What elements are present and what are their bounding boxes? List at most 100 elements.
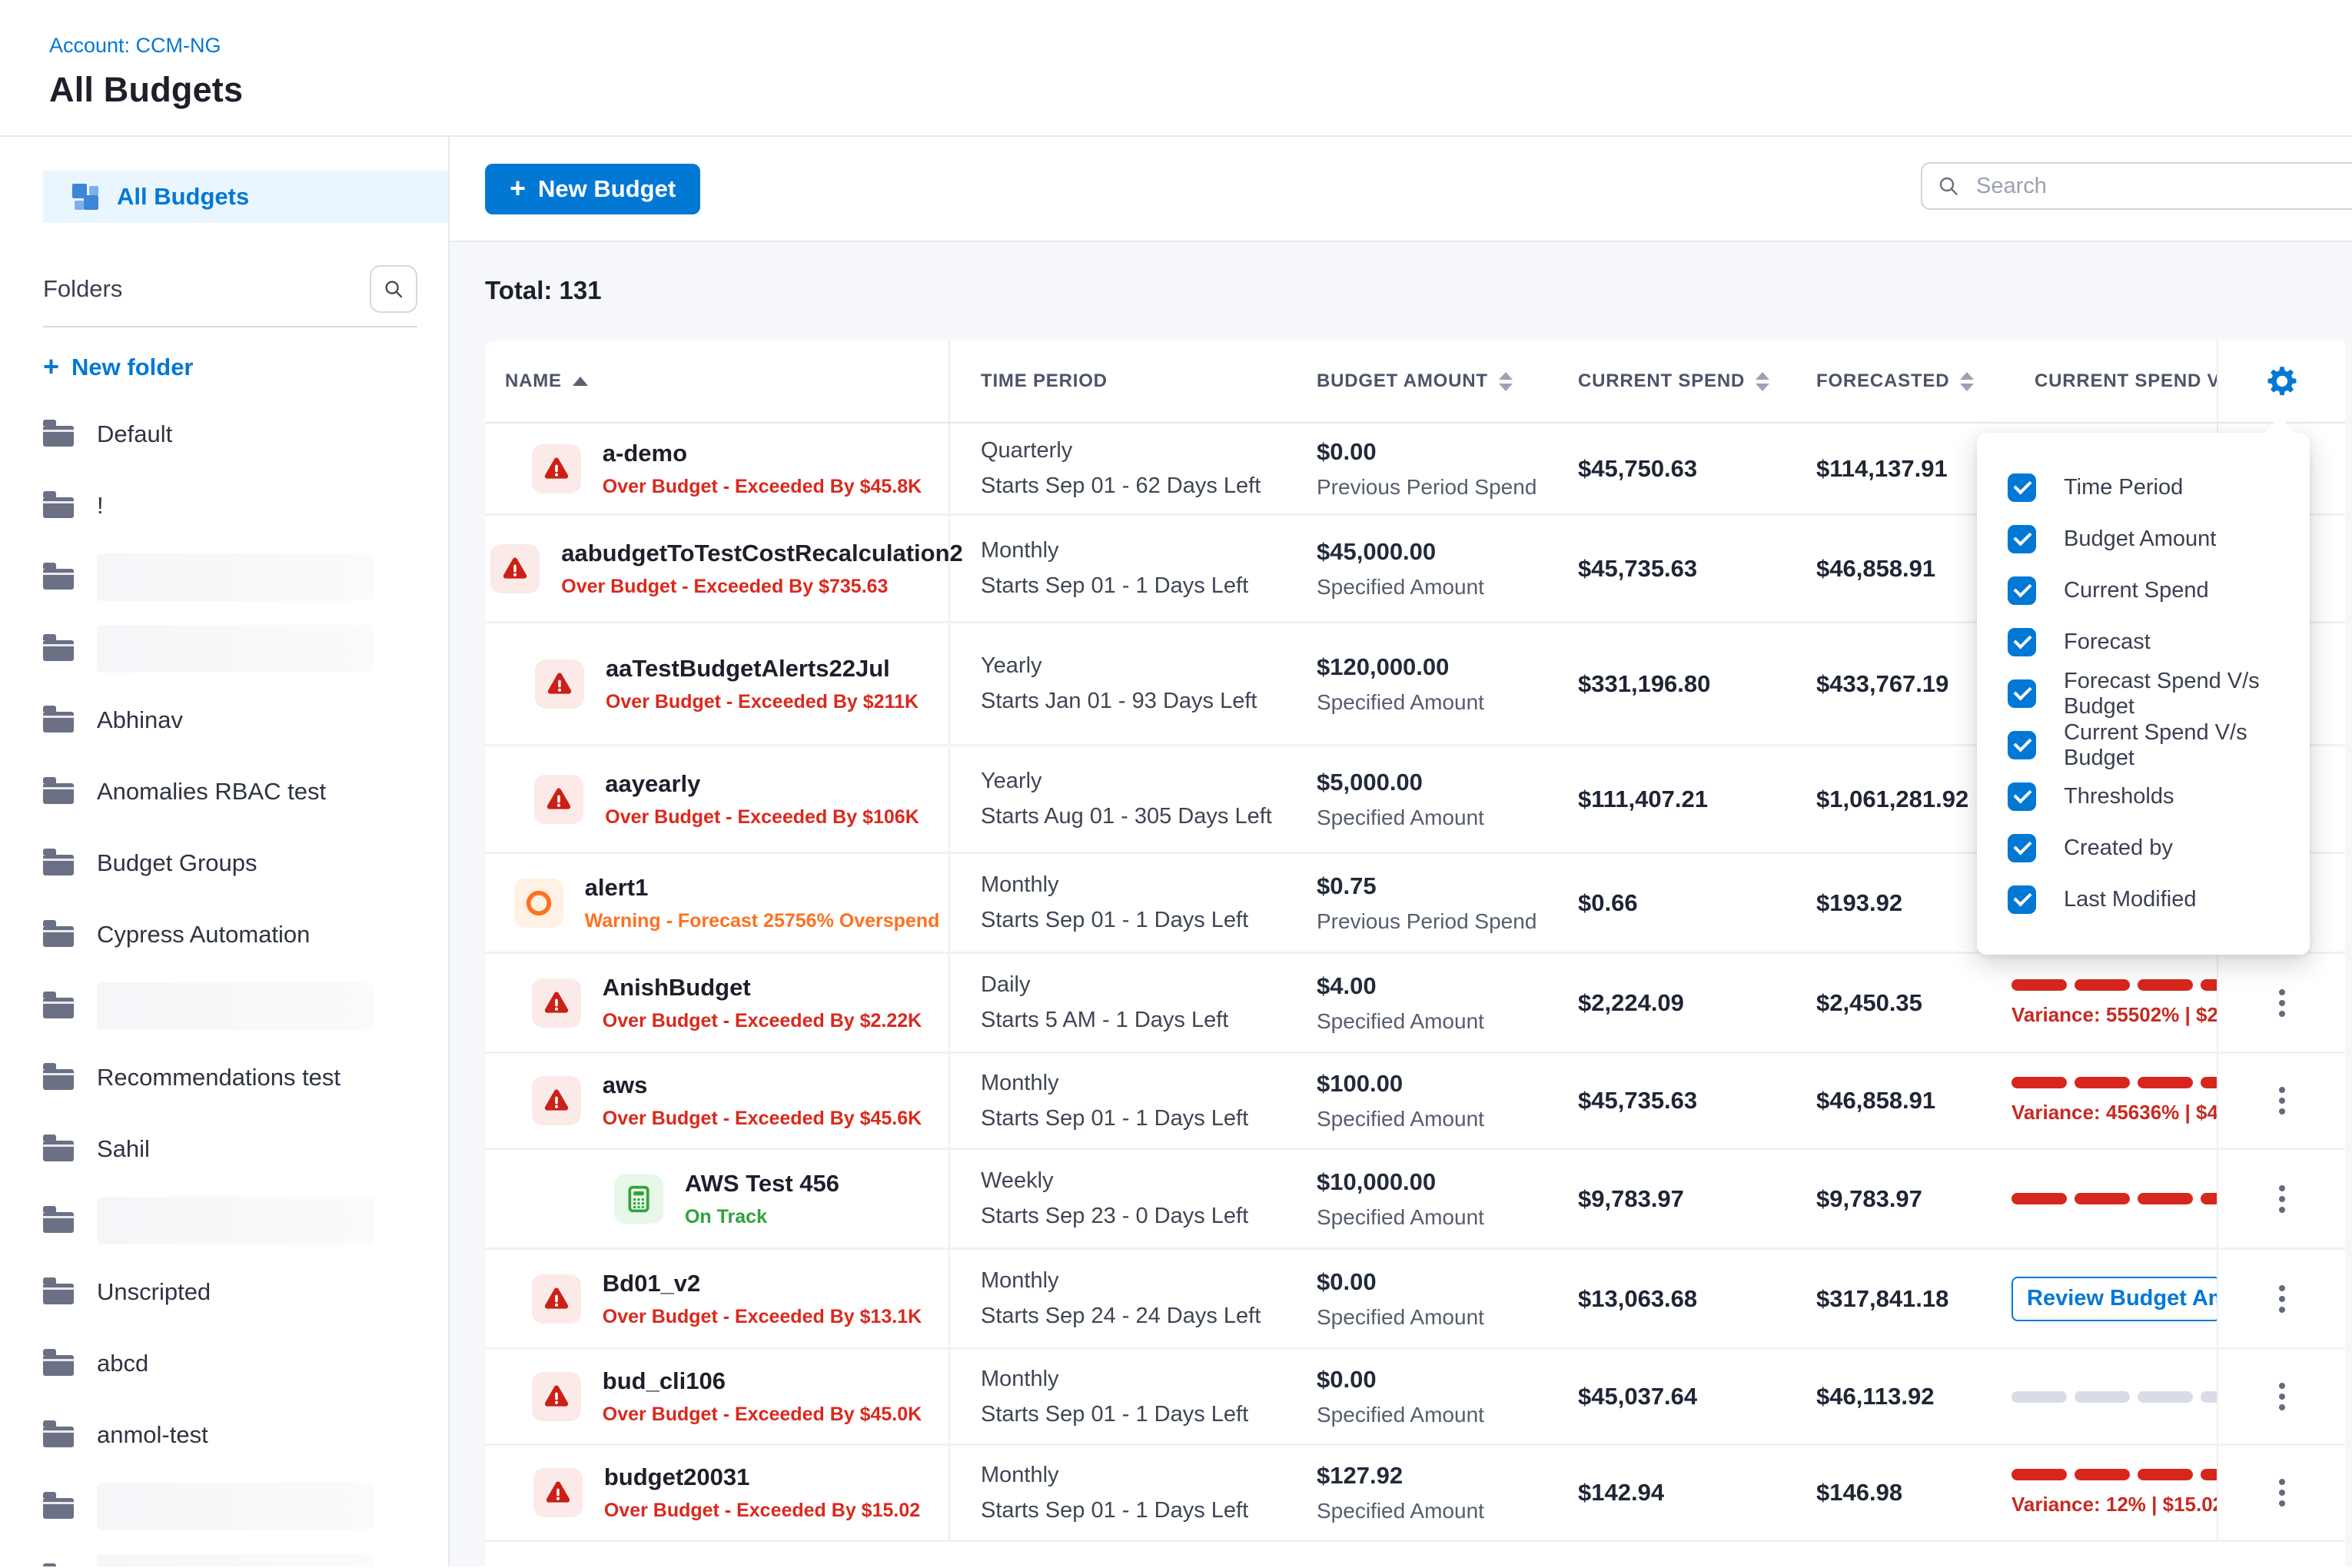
budget-amount: $0.00	[1317, 1366, 1546, 1394]
row-menu-icon[interactable]	[2271, 1277, 2293, 1321]
budget-name-cell[interactable]: alert1 Warning - Forecast 25756% Overspe…	[485, 854, 950, 952]
sidebar-folder-item[interactable]: Recommendations test	[0, 1041, 448, 1113]
budget-name-cell[interactable]: budget20031 Over Budget - Exceeded By $1…	[485, 1446, 950, 1540]
sidebar-folder-item[interactable]: Default	[0, 398, 448, 470]
row-menu-icon[interactable]	[2271, 982, 2293, 1025]
sidebar-folder-item[interactable]	[0, 613, 448, 684]
checkbox-checked-icon[interactable]	[2008, 628, 2036, 656]
budgets-search	[1921, 162, 2352, 210]
review-budget-amount-button[interactable]: Review Budget Amou	[2011, 1277, 2218, 1321]
new-folder-label: New folder	[71, 354, 193, 381]
spend-vs-budget-cell: Variance: 55502% | $2.22	[2007, 954, 2218, 1051]
folders-search-button[interactable]	[370, 265, 417, 313]
sidebar-folder-item[interactable]: anmol-test	[0, 1399, 448, 1470]
budget-name-cell[interactable]: aws Over Budget - Exceeded By $45.6K	[485, 1054, 950, 1148]
sidebar-folder-item[interactable]: Cypress Automation	[0, 899, 448, 970]
new-budget-label: New Budget	[538, 175, 676, 203]
column-settings-item[interactable]: Forecast	[1977, 616, 2310, 668]
sidebar-folder-item[interactable]: Abhinav	[0, 684, 448, 756]
budget-table-row[interactable]: aws Over Budget - Exceeded By $45.6K Mon…	[485, 1054, 2345, 1150]
row-menu-icon[interactable]	[2271, 1178, 2293, 1221]
sidebar-folder-item[interactable]	[0, 1184, 448, 1256]
sidebar-folder-item[interactable]: Sahil	[0, 1113, 448, 1184]
budget-name-cell[interactable]: AWS Test 456 On Track	[485, 1150, 950, 1247]
budget-period: Monthly	[981, 872, 1284, 898]
column-settings-item[interactable]: Budget Amount	[1977, 513, 2310, 565]
column-settings-item[interactable]: Thresholds	[1977, 771, 2310, 822]
forecasted-cell: $46,858.91	[1784, 516, 2007, 621]
sidebar-folder-item[interactable]	[0, 1470, 448, 1542]
budget-period-detail: Starts Jan 01 - 93 Days Left	[981, 689, 1284, 714]
sidebar-folder-item[interactable]: Budget Groups	[0, 827, 448, 899]
breadcrumb[interactable]: Account: CCM-NG	[49, 34, 2352, 58]
column-header[interactable]: FORECASTED	[1784, 341, 2007, 422]
column-settings-item[interactable]: Last Modified	[1977, 874, 2310, 925]
checkbox-checked-icon[interactable]	[2008, 473, 2036, 502]
budget-period: Monthly	[981, 1463, 1284, 1488]
column-settings-item[interactable]: Forecast Spend V/s Budget	[1977, 668, 2310, 719]
budget-amount: $0.00	[1317, 1268, 1546, 1296]
new-folder-button[interactable]: New folder	[43, 347, 448, 387]
sidebar-folder-item[interactable]: !	[0, 470, 448, 541]
budget-table-row[interactable]: bud_cli106 Over Budget - Exceeded By $45…	[485, 1350, 2345, 1446]
forecasted-cell: $193.92	[1784, 854, 2007, 952]
row-menu-icon[interactable]	[2271, 1079, 2293, 1122]
checkbox-checked-icon[interactable]	[2008, 731, 2036, 759]
search-input[interactable]	[1921, 162, 2352, 210]
column-settings-item[interactable]: Current Spend	[1977, 565, 2310, 616]
row-menu-cell	[2218, 954, 2345, 1051]
column-header[interactable]: CURRENT SPEND	[1546, 341, 1784, 422]
column-settings-item[interactable]: Time Period	[1977, 462, 2310, 513]
checkbox-checked-icon[interactable]	[2008, 679, 2036, 708]
sidebar-folder-item[interactable]: Anomalies RBAC test	[0, 756, 448, 827]
column-header[interactable]: CURRENT SPEND V/S BUDGET	[2007, 341, 2218, 422]
column-header-label: BUDGET AMOUNT	[1317, 370, 1488, 392]
table-header-row: NAME TIME PERIOD BUDGET AMOUNT CURRENT S…	[485, 341, 2345, 424]
checkbox-checked-icon[interactable]	[2008, 525, 2036, 553]
time-period-cell: Monthly Starts Sep 01 - 1 Days Left	[950, 1446, 1284, 1540]
budget-period-detail: Starts Sep 01 - 1 Days Left	[981, 1106, 1284, 1131]
row-menu-icon[interactable]	[2271, 1471, 2293, 1514]
budget-name-cell[interactable]: AnishBudget Over Budget - Exceeded By $2…	[485, 954, 950, 1051]
sidebar-item-all-budgets[interactable]: All Budgets	[43, 171, 448, 223]
folder-name: Cypress Automation	[97, 921, 310, 948]
budget-table-row[interactable]: budget20031 Over Budget - Exceeded By $1…	[485, 1446, 2345, 1542]
column-settings-items: Time Period Budget Amount Current Spend …	[1977, 462, 2310, 925]
budget-period-detail: Starts Sep 24 - 24 Days Left	[981, 1304, 1284, 1329]
budget-amount-cell: $0.00 Specified Amount	[1284, 1250, 1546, 1347]
sidebar-folder-item[interactable]: Unscripted	[0, 1256, 448, 1327]
column-settings-item[interactable]: Current Spend V/s Budget	[1977, 719, 2310, 771]
budget-table-row[interactable]: AnishBudget Over Budget - Exceeded By $2…	[485, 954, 2345, 1054]
row-menu-cell	[2218, 1150, 2345, 1247]
row-menu-icon[interactable]	[2271, 1375, 2293, 1418]
budget-table-row[interactable]: Bd01_v2 Over Budget - Exceeded By $13.1K…	[485, 1250, 2345, 1350]
column-settings-item[interactable]: Created by	[1977, 822, 2310, 874]
budget-name-cell[interactable]: aaTestBudgetAlerts22Jul Over Budget - Ex…	[485, 623, 950, 744]
column-settings-gear-button[interactable]	[2262, 361, 2302, 401]
checkbox-checked-icon[interactable]	[2008, 782, 2036, 811]
budget-table-row[interactable]: AWS Test 456 On Track Weekly Starts Sep …	[485, 1150, 2345, 1250]
sidebar-folder-item[interactable]	[0, 970, 448, 1041]
folder-name: !	[97, 492, 104, 520]
budget-amount-cell: $0.75 Previous Period Spend	[1284, 854, 1546, 952]
budget-amount-cell: $100.00 Specified Amount	[1284, 1054, 1546, 1148]
checkbox-checked-icon[interactable]	[2008, 834, 2036, 862]
budget-name-cell[interactable]: bud_cli106 Over Budget - Exceeded By $45…	[485, 1350, 950, 1443]
checkbox-checked-icon[interactable]	[2008, 885, 2036, 914]
budget-amount-type: Specified Amount	[1317, 1499, 1546, 1523]
warning-circle-icon	[523, 888, 554, 919]
column-header[interactable]: BUDGET AMOUNT	[1284, 341, 1546, 422]
sidebar-folder-item[interactable]: abcd	[0, 1327, 448, 1399]
new-budget-button[interactable]: New Budget	[485, 164, 700, 214]
sidebar-folder-item[interactable]	[0, 1542, 448, 1566]
budget-name-cell[interactable]: aabudgetToTestCostRecalculation2 Over Bu…	[485, 516, 950, 621]
checkbox-checked-icon[interactable]	[2008, 576, 2036, 605]
sidebar-folder-item[interactable]	[0, 541, 448, 613]
budget-name-cell[interactable]: a-demo Over Budget - Exceeded By $45.8K	[485, 424, 950, 513]
folder-name: abcd	[97, 1350, 148, 1377]
spend-vs-budget-cell: Review Budget Amou	[2007, 1250, 2218, 1347]
budget-name-cell[interactable]: Bd01_v2 Over Budget - Exceeded By $13.1K	[485, 1250, 950, 1347]
column-header[interactable]: NAME	[485, 341, 950, 422]
budget-name-cell[interactable]: aayearly Over Budget - Exceeded By $106K	[485, 746, 950, 852]
column-header[interactable]: TIME PERIOD	[950, 341, 1284, 422]
